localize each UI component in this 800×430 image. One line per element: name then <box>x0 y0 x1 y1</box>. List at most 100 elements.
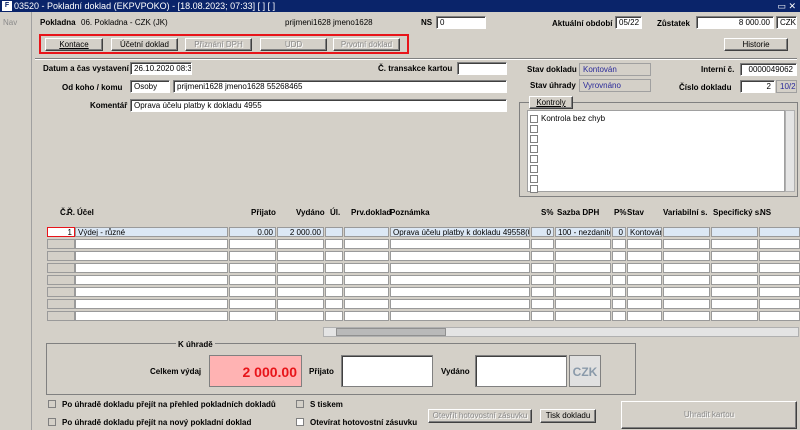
row-header[interactable] <box>47 251 75 261</box>
table-cell[interactable] <box>663 311 710 321</box>
opt2-checkbox[interactable] <box>48 418 56 426</box>
table-cell[interactable] <box>555 263 611 273</box>
table-cell[interactable] <box>531 311 554 321</box>
cell-ss[interactable] <box>711 227 758 237</box>
tisk-dokladu-button[interactable]: Tisk dokladu <box>540 409 596 423</box>
table-row[interactable] <box>33 239 800 250</box>
table-cell[interactable] <box>759 299 800 309</box>
table-cell[interactable] <box>759 251 800 261</box>
table-cell[interactable] <box>390 287 530 297</box>
table-cell[interactable] <box>663 275 710 285</box>
kontroly-checkbox[interactable] <box>530 174 538 183</box>
table-cell[interactable] <box>75 251 228 261</box>
table-cell[interactable] <box>711 287 758 297</box>
kontroly-item[interactable] <box>530 174 541 184</box>
table-cell[interactable] <box>759 311 800 321</box>
table-cell[interactable] <box>390 251 530 261</box>
table-cell[interactable] <box>663 263 710 273</box>
table-cell[interactable] <box>344 311 389 321</box>
table-cell[interactable] <box>325 263 343 273</box>
table-cell[interactable] <box>612 251 626 261</box>
kontroly-item[interactable] <box>530 134 541 144</box>
table-cell[interactable] <box>75 275 228 285</box>
table-cell[interactable] <box>75 239 228 249</box>
table-cell[interactable] <box>759 239 800 249</box>
table-cell[interactable] <box>390 263 530 273</box>
table-cell[interactable] <box>627 263 662 273</box>
table-cell[interactable] <box>711 311 758 321</box>
ns-field[interactable]: 0 <box>436 16 486 29</box>
table-row[interactable] <box>33 263 800 274</box>
otevrit-zasuvku-button[interactable]: Otevřít hotovostní zásuvku <box>428 409 532 423</box>
kontroly-checkbox[interactable] <box>530 164 538 173</box>
udd-button[interactable]: UDD <box>260 38 327 51</box>
table-cell[interactable] <box>325 299 343 309</box>
period-field[interactable]: 05/22 <box>615 16 642 29</box>
table-cell[interactable] <box>229 287 276 297</box>
table-cell[interactable] <box>390 239 530 249</box>
row-header[interactable] <box>47 263 75 273</box>
cell-poznamka[interactable]: Oprava účelu platby k dokladu 49558(01.1… <box>390 227 530 237</box>
table-cell[interactable] <box>277 251 324 261</box>
window-controls[interactable]: ▭ ✕ <box>777 0 796 12</box>
table-cell[interactable] <box>229 251 276 261</box>
table-cell[interactable] <box>390 299 530 309</box>
table-cell[interactable] <box>612 275 626 285</box>
cell-ucel[interactable]: Výdej - různé <box>75 227 228 237</box>
cell-s[interactable]: 0 <box>531 227 554 237</box>
table-cell[interactable] <box>531 275 554 285</box>
od-koho-type[interactable]: Osoby <box>130 80 170 93</box>
table-cell[interactable] <box>555 311 611 321</box>
table-row[interactable] <box>33 287 800 298</box>
table-cell[interactable] <box>711 251 758 261</box>
table-cell[interactable] <box>531 263 554 273</box>
kontroly-item[interactable] <box>530 144 541 154</box>
table-cell[interactable] <box>325 251 343 261</box>
table-row[interactable] <box>33 311 800 322</box>
table-cell[interactable] <box>531 287 554 297</box>
table-cell[interactable] <box>555 275 611 285</box>
table-cell[interactable] <box>627 287 662 297</box>
table-cell[interactable] <box>531 299 554 309</box>
table-row[interactable] <box>33 251 800 262</box>
table-cell[interactable] <box>344 287 389 297</box>
row-header[interactable] <box>47 311 75 321</box>
table-cell[interactable] <box>390 311 530 321</box>
kontroly-checkbox[interactable] <box>530 144 538 153</box>
kontroly-button[interactable]: Kontroly <box>529 96 573 109</box>
cell-ns[interactable] <box>759 227 800 237</box>
table-cell[interactable] <box>663 299 710 309</box>
kontroly-item[interactable] <box>530 124 541 134</box>
kontroly-item[interactable] <box>530 184 541 194</box>
table-cell[interactable] <box>555 239 611 249</box>
ucetni-doklad-button[interactable]: Účetní doklad <box>111 38 178 51</box>
table-cell[interactable] <box>229 311 276 321</box>
table-cell[interactable] <box>612 239 626 249</box>
table-cell[interactable] <box>75 311 228 321</box>
table-cell[interactable] <box>627 299 662 309</box>
prvotni-doklad-button[interactable]: Prvotní doklad <box>333 38 400 51</box>
table-cell[interactable] <box>759 287 800 297</box>
table-cell[interactable] <box>711 239 758 249</box>
table-cell[interactable] <box>229 263 276 273</box>
table-row[interactable]: 1 Výdej - různé 0.00 2 000.00 Oprava úče… <box>33 227 800 238</box>
table-cell[interactable] <box>531 251 554 261</box>
table-cell[interactable] <box>75 287 228 297</box>
otevirat-checkbox[interactable] <box>296 418 304 426</box>
kontroly-checkbox[interactable] <box>530 124 538 133</box>
kontroly-item[interactable] <box>530 154 541 164</box>
priznani-dph-button[interactable]: Přiznání DPH <box>185 38 252 51</box>
s-tiskem-checkbox[interactable] <box>296 400 304 408</box>
table-cell[interactable] <box>344 299 389 309</box>
table-cell[interactable] <box>612 311 626 321</box>
table-cell[interactable] <box>711 299 758 309</box>
table-cell[interactable] <box>344 275 389 285</box>
kontroly-checkbox[interactable] <box>530 114 538 123</box>
table-row[interactable] <box>33 299 800 310</box>
table-cell[interactable] <box>555 287 611 297</box>
table-cell[interactable] <box>390 275 530 285</box>
table-cell[interactable] <box>75 299 228 309</box>
table-cell[interactable] <box>711 275 758 285</box>
table-cell[interactable] <box>229 275 276 285</box>
komentar-field[interactable]: Oprava účelu platby k dokladu 4955 <box>130 99 507 112</box>
